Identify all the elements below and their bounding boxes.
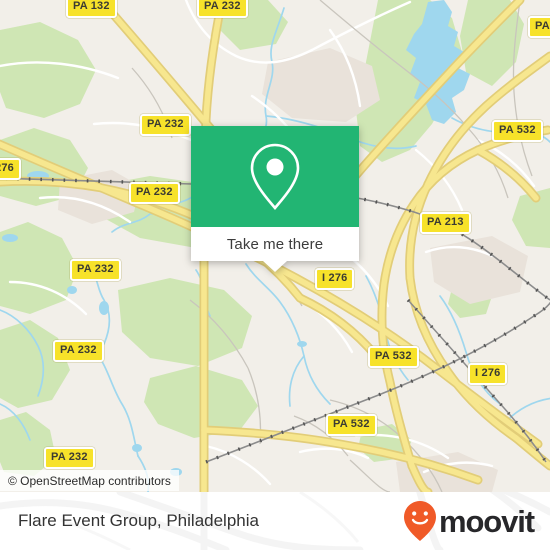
moovit-wordmark: moovit (438, 503, 535, 539)
road-shield: PA 232 (44, 447, 95, 469)
map-pin-icon (250, 143, 300, 210)
place-title: Flare Event Group, Philadelphia (18, 511, 259, 530)
osm-attribution[interactable]: © OpenStreetMap contributors (0, 470, 179, 491)
popup-action-bar[interactable]: Take me there (191, 227, 359, 272)
road-shield: PA 232 (140, 114, 191, 136)
road-shield: PA 532 (368, 346, 419, 368)
road-shield: PA 232 (129, 182, 180, 204)
osm-attribution-text: © OpenStreetMap contributors (8, 473, 171, 488)
road-shield: PA 532 (326, 414, 377, 436)
road-shield: I 276 (468, 363, 508, 385)
moovit-pin-icon (403, 501, 436, 541)
footer-bar: Flare Event Group, Philadelphia moovit (0, 492, 550, 550)
map-screen: PA 132 PA 232 PA PA 232 PA 532 276 PA 232 PA 21… (0, 0, 550, 550)
map-canvas[interactable]: PA 132 PA 232 PA PA 232 PA 532 276 PA 232 PA 21… (0, 0, 550, 492)
road-shield: PA 232 (197, 0, 248, 18)
road-shield: PA (528, 16, 550, 38)
road-shield: PA 213 (420, 212, 471, 234)
road-shield: PA 532 (492, 120, 543, 142)
location-popup-card[interactable]: Take me there (191, 126, 359, 272)
road-shield: I 276 (315, 268, 355, 290)
take-me-there-label: Take me there (226, 235, 324, 253)
road-shield: PA 232 (53, 340, 104, 362)
popup-header (191, 126, 359, 227)
moovit-logo[interactable]: moovit (403, 500, 535, 542)
popup-tail (263, 261, 287, 272)
road-shield: 276 (0, 158, 21, 180)
road-shield: PA 232 (70, 259, 121, 281)
road-shield: PA 132 (66, 0, 117, 18)
